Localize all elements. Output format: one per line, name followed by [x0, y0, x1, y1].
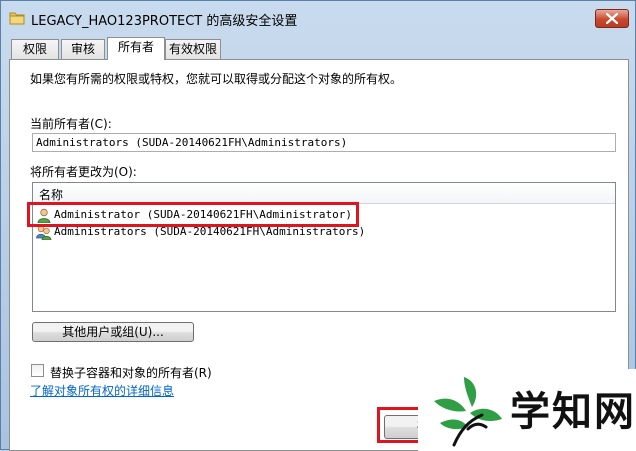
close-button[interactable]	[595, 9, 629, 28]
tab-label: 权限	[22, 42, 47, 56]
tab-permissions[interactable]: 权限	[11, 39, 59, 59]
folder-icon	[9, 10, 25, 26]
window-title: LEGACY_HAO123PROTECT 的高级安全设置	[31, 14, 298, 29]
replace-owner-checkbox[interactable]	[31, 364, 44, 377]
change-owner-label: 将所有者更改为(O):	[30, 165, 137, 179]
column-header-name[interactable]: 名称	[33, 183, 615, 204]
column-header-label: 名称	[39, 188, 64, 202]
learn-more-link[interactable]: 了解对象所有权的详细信息	[30, 382, 174, 399]
other-users-button-label: 其他用户或组(U)...	[62, 325, 164, 339]
replace-owner-label: 替换子容器和对象的所有者(R)	[50, 366, 212, 380]
tab-owner[interactable]: 所有者	[107, 37, 165, 60]
title-bar[interactable]: LEGACY_HAO123PROTECT 的高级安全设置	[1, 1, 635, 35]
dialog-window: LEGACY_HAO123PROTECT 的高级安全设置 权限 审核 所有者 有…	[0, 0, 636, 451]
leaf-logo-icon	[434, 377, 502, 447]
current-owner-value: Administrators (SUDA-20140621FH\Administ…	[36, 136, 348, 149]
highlight-box-administrator	[27, 202, 359, 227]
tab-strip: 权限 审核 所有者 有效权限	[9, 37, 629, 60]
user-group-icon	[36, 225, 52, 241]
tab-auditing[interactable]: 审核	[61, 39, 105, 59]
watermark-text: 学知网	[510, 389, 636, 435]
watermark: 学知网	[418, 369, 636, 451]
tab-effective-permissions[interactable]: 有效权限	[165, 39, 221, 59]
current-owner-field[interactable]: Administrators (SUDA-20140621FH\Administ…	[32, 133, 616, 152]
tab-label: 所有者	[117, 40, 154, 54]
tab-label: 有效权限	[168, 42, 217, 56]
close-icon	[606, 13, 618, 24]
current-owner-label: 当前所有者(C):	[30, 117, 112, 131]
intro-text: 如果您有所需的权限或特权，您就可以取得或分配这个对象的所有权。	[30, 72, 403, 86]
other-users-button[interactable]: 其他用户或组(U)...	[32, 322, 194, 342]
tab-label: 审核	[70, 42, 95, 56]
